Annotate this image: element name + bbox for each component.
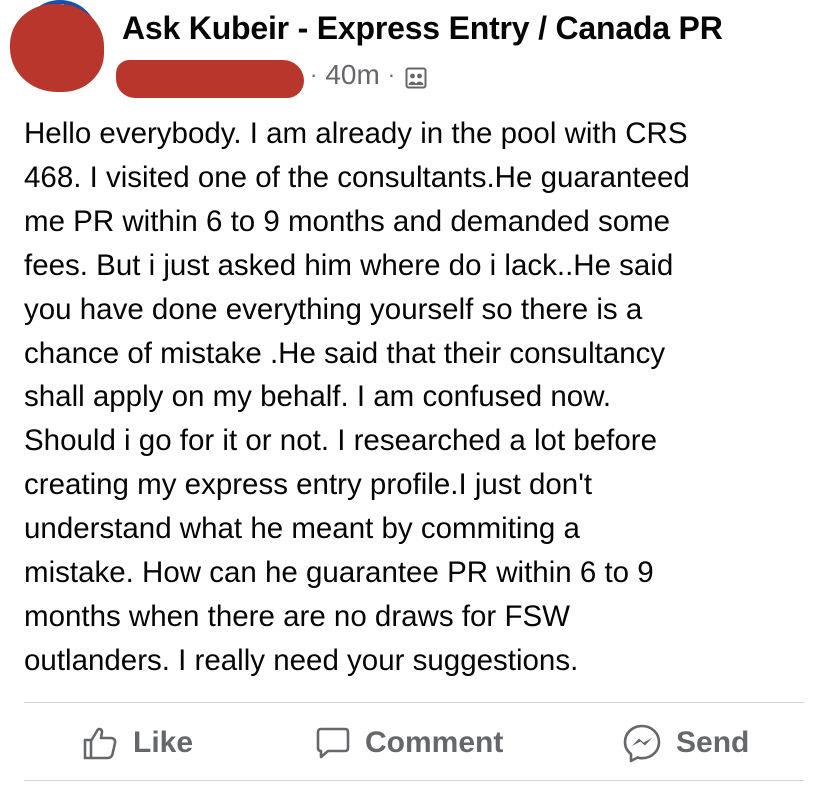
comment-label: Comment xyxy=(365,726,504,759)
post-actions: Like Comment Send xyxy=(24,703,804,783)
group-name[interactable]: Ask Kubeir - Express Entry / Canada PR xyxy=(122,10,723,47)
group-members-icon xyxy=(405,64,427,89)
comment-button[interactable]: Comment xyxy=(315,703,503,783)
redaction-mark-avatar xyxy=(10,4,104,92)
post-meta: · 40m · xyxy=(304,58,427,92)
redaction-mark-author xyxy=(116,60,304,98)
meta-separator: · xyxy=(310,62,318,87)
divider xyxy=(24,780,804,781)
thumbs-up-icon xyxy=(83,727,117,760)
like-label: Like xyxy=(133,726,194,759)
send-label: Send xyxy=(676,726,750,759)
like-button[interactable]: Like xyxy=(81,703,193,783)
meta-separator: · xyxy=(387,62,396,87)
send-button[interactable]: Send xyxy=(622,703,749,783)
messenger-icon xyxy=(623,724,661,763)
post-timestamp[interactable]: 40m xyxy=(325,59,379,91)
post-body: Hello everybody. I am already in the poo… xyxy=(24,117,690,677)
comment-bubble-icon xyxy=(316,727,350,759)
